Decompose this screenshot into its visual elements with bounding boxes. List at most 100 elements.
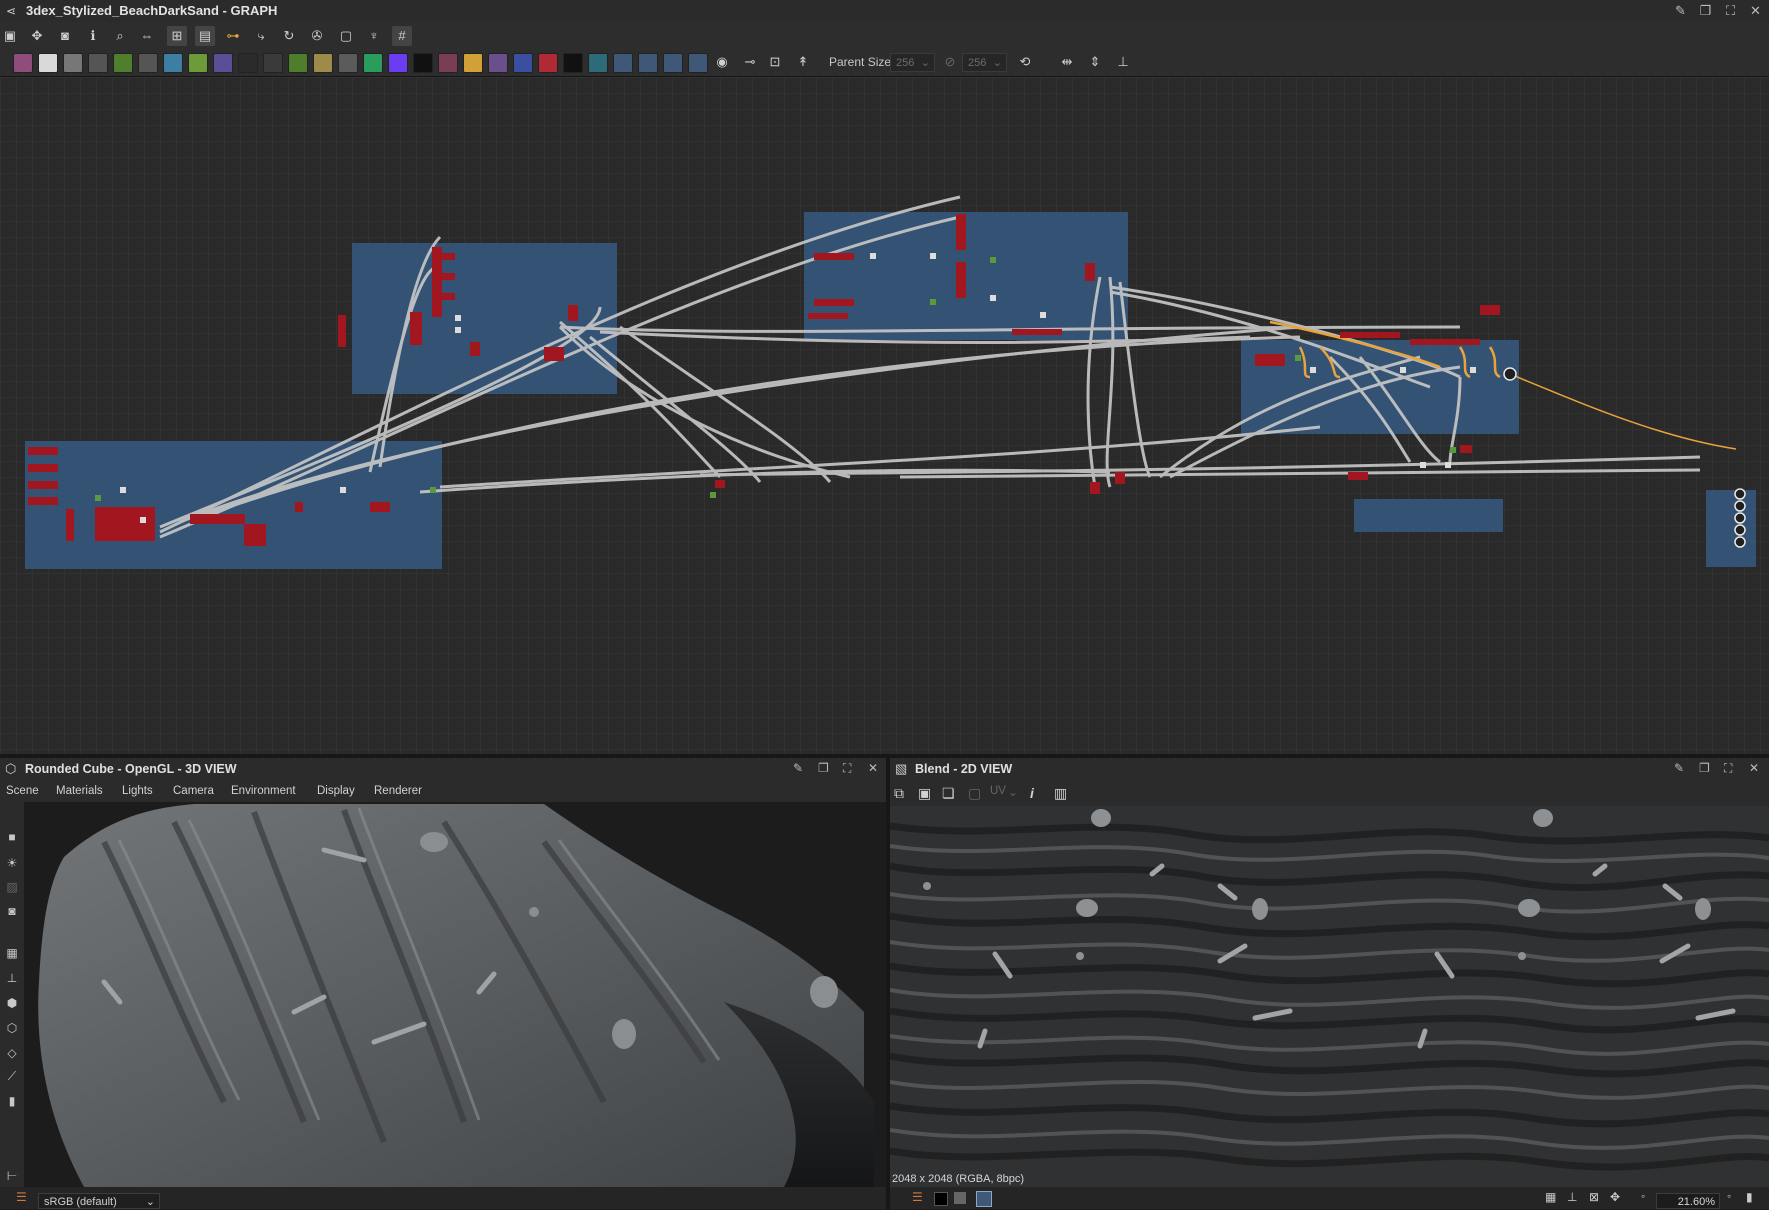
node[interactable]	[370, 502, 390, 512]
node[interactable]	[1480, 305, 1500, 315]
undock-icon[interactable]: ❐	[1698, 3, 1713, 19]
fit-icon[interactable]: ▢	[968, 785, 981, 802]
image-icon[interactable]: ▨	[3, 878, 21, 896]
link-size-icon[interactable]: ⊘	[940, 52, 960, 72]
grid-icon[interactable]: ▦	[3, 944, 21, 962]
frame-node-icon[interactable]	[663, 53, 683, 73]
pin-icon[interactable]: ✎	[793, 761, 803, 775]
node[interactable]	[440, 273, 455, 280]
view2d-viewport[interactable]: 2048 x 2048 (RGBA, 8bpc)	[890, 806, 1769, 1187]
node[interactable]	[1115, 472, 1125, 484]
pan-icon[interactable]: ✥	[27, 26, 47, 46]
output-node[interactable]	[1734, 488, 1746, 500]
reset-size-icon[interactable]: ⟲	[1015, 52, 1035, 72]
node-graph-svg[interactable]	[0, 77, 1769, 754]
fill-icon[interactable]	[488, 53, 508, 73]
close-icon[interactable]: ✕	[1748, 3, 1763, 19]
branch-icon[interactable]: ⤷	[251, 26, 271, 46]
output-node[interactable]	[1734, 524, 1746, 536]
menu-scene[interactable]: Scene	[6, 785, 39, 797]
menu-camera[interactable]: Camera	[173, 785, 214, 797]
gradient-icon[interactable]	[188, 53, 208, 73]
pan-icon[interactable]: ✥	[1610, 1190, 1620, 1204]
pin-node-icon[interactable]	[688, 53, 708, 73]
maximize-icon[interactable]: ⛶	[1723, 3, 1738, 19]
undock-icon[interactable]: ❐	[818, 761, 829, 775]
maximize-icon[interactable]: ⛶	[843, 761, 851, 776]
axis-icon[interactable]: ⊥	[3, 969, 21, 987]
transform-icon[interactable]	[163, 53, 183, 73]
cube-icon[interactable]: ⬢	[3, 994, 21, 1012]
parent-height-dropdown[interactable]: 256 ⌄	[962, 53, 1007, 72]
node[interactable]	[568, 305, 578, 321]
node[interactable]	[1410, 339, 1480, 345]
histogram-icon[interactable]: ▥	[1054, 785, 1067, 802]
info-icon[interactable]: ℹ	[83, 26, 103, 46]
node[interactable]	[544, 347, 564, 361]
node[interactable]	[956, 262, 966, 298]
output-node[interactable]	[1734, 512, 1746, 524]
tree-icon[interactable]: ⊢	[3, 1167, 21, 1185]
undock-icon[interactable]: ❐	[1699, 761, 1710, 775]
levels-icon[interactable]	[138, 53, 158, 73]
pixel-processor-icon[interactable]	[463, 53, 483, 73]
node[interactable]	[1348, 472, 1368, 480]
link-icon[interactable]: ⇔	[137, 26, 157, 46]
menu-materials[interactable]: Materials	[56, 785, 103, 797]
node[interactable]	[1340, 332, 1400, 338]
parent-width-dropdown[interactable]: 256 ⌄	[890, 53, 935, 72]
node[interactable]	[66, 509, 74, 541]
frame-icon[interactable]: ▣	[0, 26, 20, 46]
axis-icon[interactable]: ⊥	[1567, 1190, 1577, 1204]
fit-icon[interactable]: ⊠	[1589, 1190, 1599, 1204]
brush-icon[interactable]: ♆	[364, 26, 384, 46]
normal-icon[interactable]	[313, 53, 333, 73]
node[interactable]	[95, 507, 155, 541]
node[interactable]	[410, 312, 422, 345]
menu-lights[interactable]: Lights	[122, 785, 153, 797]
menu-environment[interactable]: Environment	[231, 785, 296, 797]
node[interactable]	[956, 214, 966, 250]
navigate-icon[interactable]: ◉	[712, 52, 732, 72]
pin-tool-icon[interactable]: ↟	[793, 52, 813, 72]
node[interactable]	[1085, 263, 1095, 281]
node[interactable]	[1012, 329, 1062, 335]
zoom-input[interactable]: 21.60%	[1656, 1193, 1720, 1209]
histogram-icon[interactable]	[263, 53, 283, 73]
copy-icon[interactable]: ⧉	[894, 785, 904, 802]
export-icon[interactable]: ❏	[942, 785, 955, 802]
screenshot-icon[interactable]: ◙	[3, 902, 21, 920]
zoom-icon[interactable]: ⌕	[110, 26, 130, 46]
node[interactable]	[1090, 482, 1100, 494]
blur-icon[interactable]	[238, 53, 258, 73]
node[interactable]	[814, 299, 854, 306]
node[interactable]	[244, 524, 266, 546]
hsl-icon[interactable]	[338, 53, 358, 73]
view3d-viewport[interactable]	[24, 802, 886, 1187]
output-icon[interactable]	[613, 53, 633, 73]
svg-node-icon[interactable]	[38, 53, 58, 73]
node[interactable]	[28, 464, 58, 472]
node[interactable]	[715, 480, 725, 488]
sbs-link-icon[interactable]	[588, 53, 608, 73]
node[interactable]	[28, 497, 58, 505]
menu-renderer[interactable]: Renderer	[374, 785, 422, 797]
info-icon[interactable]: i	[1030, 785, 1034, 801]
node[interactable]	[440, 293, 455, 300]
selected-node[interactable]	[1503, 367, 1517, 381]
connector-node-icon[interactable]: ⊸	[740, 52, 760, 72]
distribute-icon[interactable]: ⇕	[1085, 52, 1105, 72]
stats-icon[interactable]: ▮	[3, 1092, 21, 1110]
save-icon[interactable]: ▣	[918, 785, 931, 802]
layers-icon[interactable]: ☰	[912, 1190, 923, 1204]
node[interactable]	[28, 481, 58, 489]
connector-icon[interactable]: ⊶	[223, 26, 243, 46]
refresh-icon[interactable]: ↻	[279, 26, 299, 46]
node[interactable]	[440, 253, 455, 260]
node[interactable]	[28, 447, 58, 455]
invert-icon[interactable]	[363, 53, 383, 73]
wire-cube-icon[interactable]: ⬡	[3, 1019, 21, 1037]
output-node[interactable]	[1734, 536, 1746, 548]
fx-map-icon[interactable]	[438, 53, 458, 73]
grid-icon[interactable]: #	[392, 26, 412, 46]
